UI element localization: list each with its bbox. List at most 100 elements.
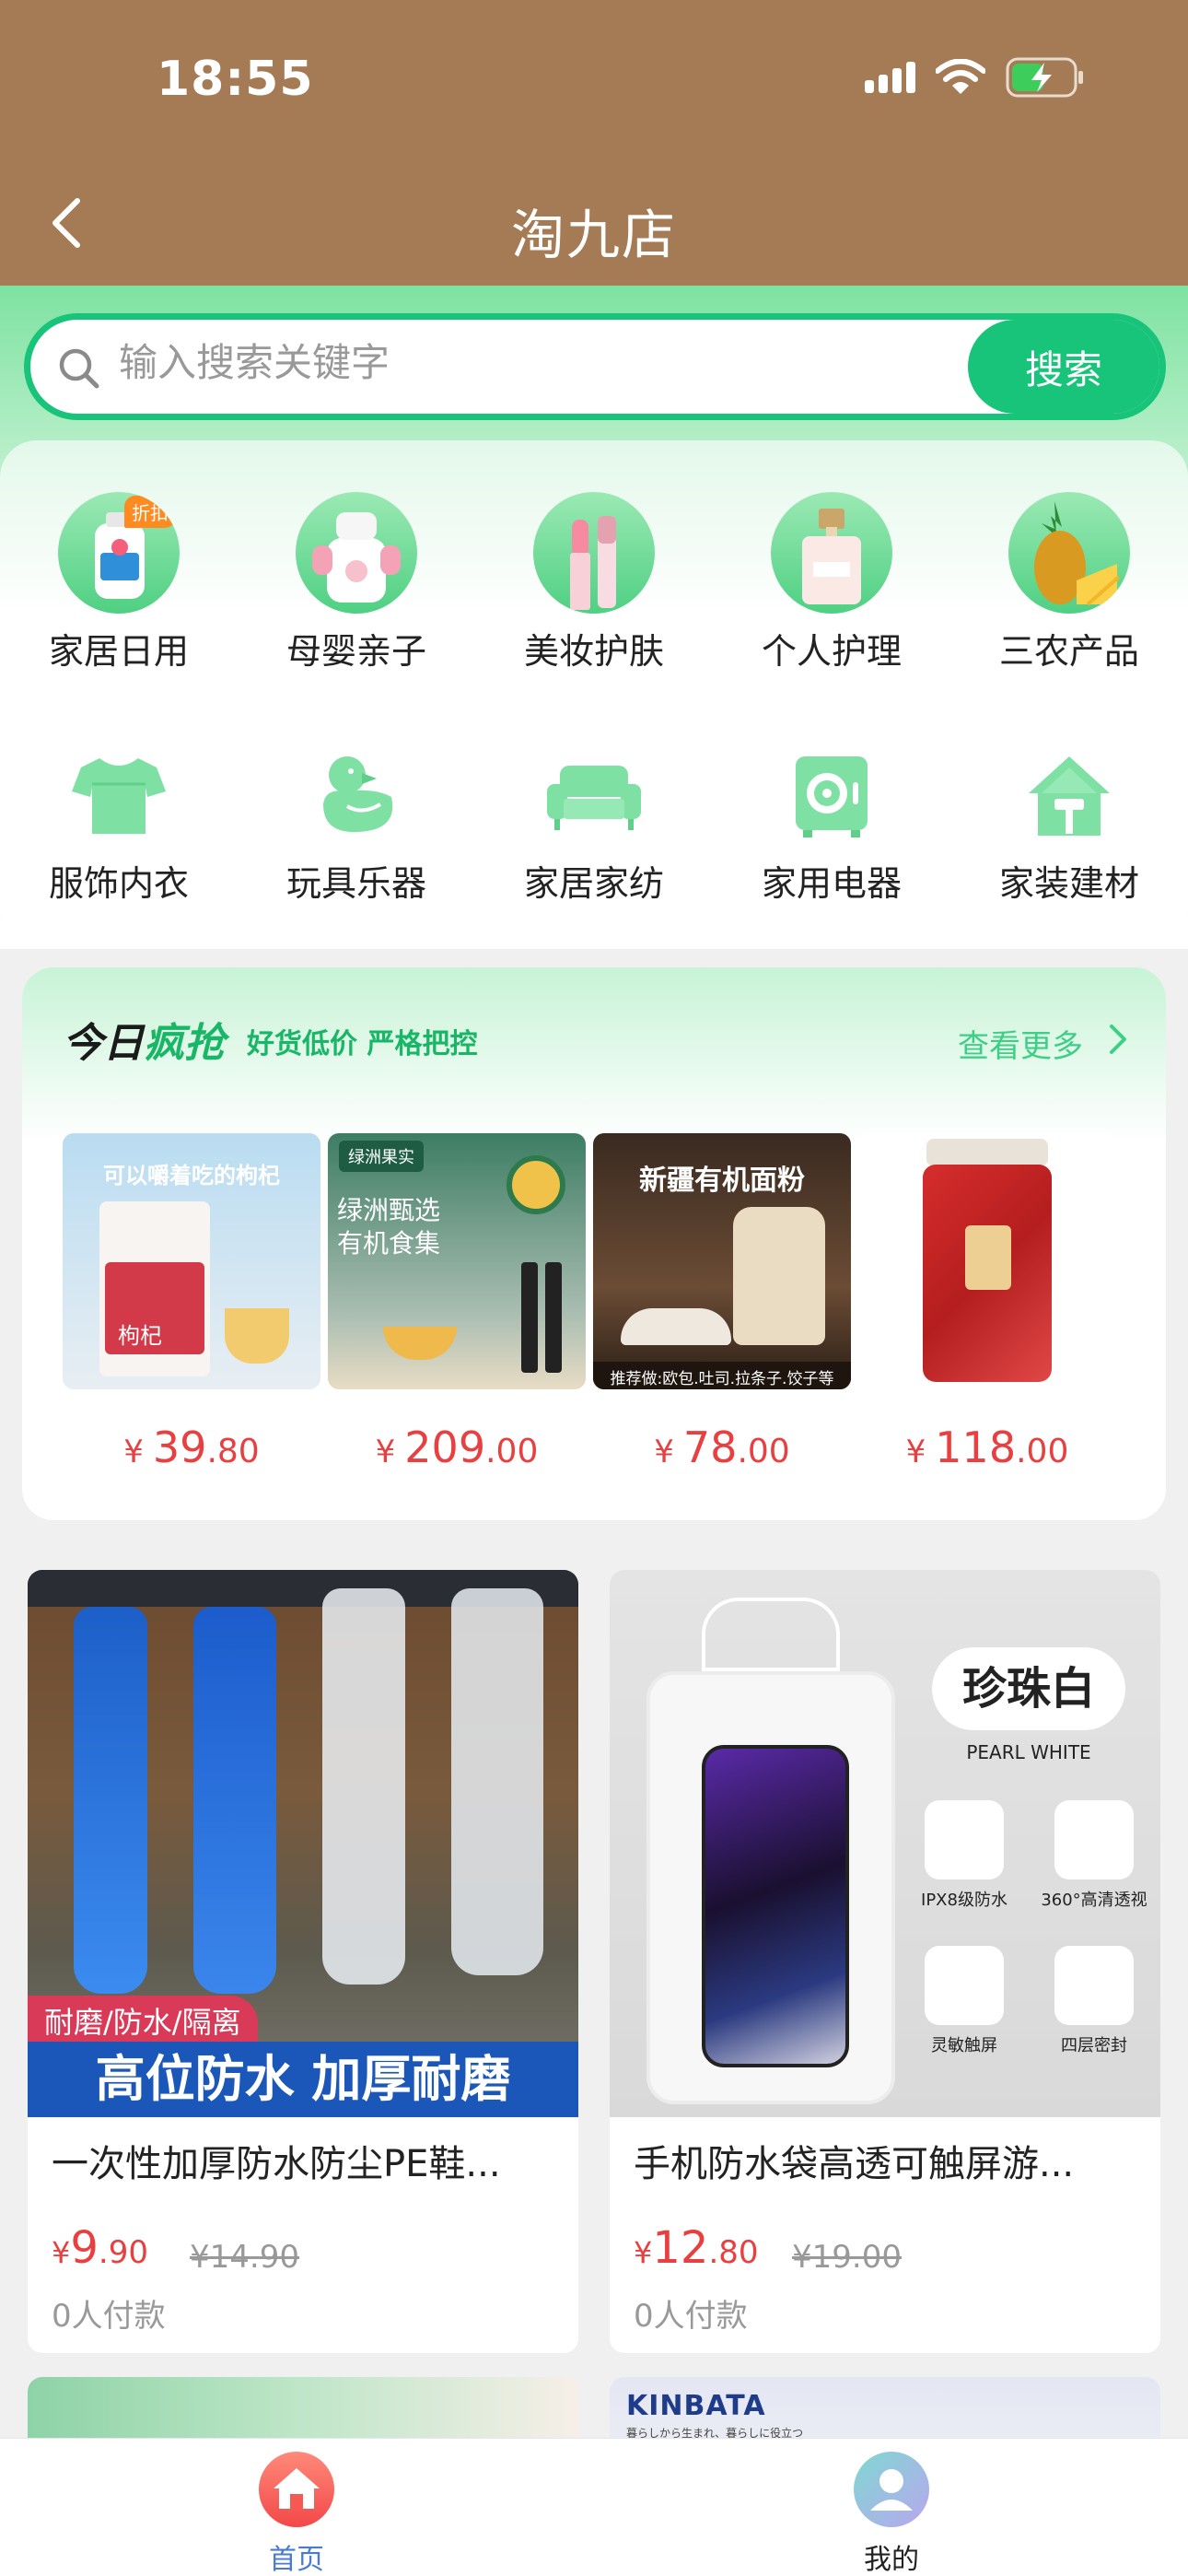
feature-badge: 四层密封 xyxy=(1035,1946,1153,2056)
category-label: 三农产品 xyxy=(998,631,1139,672)
bottom-tab-bar: 首页 我的 xyxy=(0,2438,1188,2576)
feature-badge: 360°高清透视 xyxy=(1035,1800,1153,1911)
original-price: ¥19.00 xyxy=(792,2239,902,2276)
search-button[interactable]: 搜索 xyxy=(968,320,1159,414)
feature-badge: 灵敏触屏 xyxy=(915,1946,1013,2056)
product-name: 一次性加厚防水防尘PE鞋... xyxy=(52,2143,501,2185)
original-price: ¥14.90 xyxy=(190,2239,299,2276)
paid-count: 0人付款 xyxy=(634,2298,748,2335)
status-time: 18:55 xyxy=(157,52,314,107)
flash-sale-subtitle: 好货低价 严格把控 xyxy=(247,1028,478,1060)
search-input[interactable] xyxy=(119,340,948,385)
flash-sale-title-part-a: 今日 xyxy=(63,1020,144,1067)
shoe-cover-image: 耐磨/防水/隔离 高位防水 加厚耐磨 xyxy=(28,1570,578,2117)
tab-label: 首页 xyxy=(269,2544,324,2576)
product-image-subtext: 推荐做:欧包.吐司.拉条子.饺子等 xyxy=(593,1362,851,1389)
category-label: 服饰内衣 xyxy=(48,863,189,904)
chevron-right-icon[interactable] xyxy=(1107,1023,1129,1056)
category-item-farm-products[interactable]: 三农产品 xyxy=(950,492,1188,673)
category-label: 家装建材 xyxy=(998,863,1139,904)
price-decimal: .80 xyxy=(708,2234,759,2271)
currency-symbol: ¥ xyxy=(634,2235,653,2270)
category-item-beauty[interactable]: 美妆护肤 xyxy=(475,492,713,673)
price-integer: 12 xyxy=(652,2222,709,2274)
currency-symbol: ¥ xyxy=(52,2235,71,2270)
appliance-icon xyxy=(776,744,887,846)
search-bar: 搜索 xyxy=(24,313,1166,420)
flour-bag-image: 新疆有机面粉 推荐做:欧包.吐司.拉条子.饺子等 xyxy=(593,1133,851,1389)
search-field-wrapper: 搜索 xyxy=(30,320,1159,414)
product-banner-tag: 耐磨/防水/隔离 xyxy=(28,1996,258,2045)
goji-bag-image: 可以嚼着吃的枸杞 枸杞 xyxy=(63,1133,320,1389)
category-label: 母婴亲子 xyxy=(285,631,426,672)
price-integer: 78 xyxy=(682,1423,738,1472)
flash-sale-price: ¥209.00 xyxy=(328,1423,586,1472)
status-icons xyxy=(865,57,1085,98)
flash-sale-section: 今日疯抢 好货低价 严格把控 查看更多 可以嚼着吃的枸杞 枸杞 ¥39.80 绿… xyxy=(22,967,1166,1520)
price-decimal: .00 xyxy=(737,1433,790,1470)
category-item-home-daily[interactable]: 折扣 家居日用 xyxy=(0,492,238,673)
category-item-toys[interactable]: 玩具乐器 xyxy=(238,744,475,906)
paid-count: 0人付款 xyxy=(52,2298,166,2335)
flash-sale-title: 今日疯抢 xyxy=(63,1010,225,1069)
dried-fruit-jar-image xyxy=(858,1133,1116,1389)
feature-badge: IPX8级防水 xyxy=(915,1800,1013,1911)
price-integer: 9 xyxy=(70,2222,99,2274)
baby-bottle-image xyxy=(296,492,417,614)
flash-sale-item[interactable]: ¥118.00 xyxy=(858,1133,1116,1472)
product-card[interactable]: 珍珠白 PEARL WHITE IPX8级防水 360°高清透视 灵敏触屏 四层… xyxy=(610,1570,1160,2353)
price-integer: 39 xyxy=(152,1423,207,1472)
price-decimal: .00 xyxy=(485,1433,539,1470)
feature-label: 360°高清透视 xyxy=(1041,1891,1147,1910)
category-item-building-materials[interactable]: 家装建材 xyxy=(950,744,1188,906)
product-image-text: 新疆有机面粉 xyxy=(639,1165,805,1197)
flash-sale-item[interactable]: 新疆有机面粉 推荐做:欧包.吐司.拉条子.饺子等 ¥78.00 xyxy=(593,1133,851,1472)
house-icon xyxy=(1014,744,1124,846)
feature-label: 灵敏触屏 xyxy=(931,2036,997,2055)
currency-symbol: ¥ xyxy=(375,1434,396,1470)
product-card[interactable]: 耐磨/防水/隔离 高位防水 加厚耐磨 一次性加厚防水防尘PE鞋... ¥9.90… xyxy=(28,1570,578,2353)
flash-sale-item[interactable]: 可以嚼着吃的枸杞 枸杞 ¥39.80 xyxy=(63,1133,320,1472)
category-item-personal-care[interactable]: 个人护理 xyxy=(713,492,950,673)
flash-sale-price: ¥39.80 xyxy=(63,1423,320,1472)
user-icon xyxy=(854,2452,929,2527)
product-image-title: 珍珠白 xyxy=(932,1647,1125,1730)
product-image-subtext: 枸杞 xyxy=(118,1323,162,1349)
sofa-icon xyxy=(539,744,649,846)
category-label: 美妆护肤 xyxy=(523,631,664,672)
category-item-appliances[interactable]: 家用电器 xyxy=(713,744,950,906)
feature-label: 四层密封 xyxy=(1061,2036,1127,2055)
price-decimal: .90 xyxy=(98,2234,148,2271)
price-integer: 209 xyxy=(404,1423,486,1472)
category-item-apparel[interactable]: 服饰内衣 xyxy=(0,744,238,906)
currency-symbol: ¥ xyxy=(654,1434,674,1470)
home-icon xyxy=(259,2452,334,2527)
organic-food-image: 绿洲果实 绿洲甄选 有机食集 xyxy=(328,1133,586,1389)
feature-label: IPX8级防水 xyxy=(921,1891,1007,1910)
category-item-home-textile[interactable]: 家居家纺 xyxy=(475,744,713,906)
product-banner-text: 高位防水 加厚耐磨 xyxy=(28,2042,578,2117)
product-name: 手机防水袋高透可触屏游... xyxy=(634,2143,1075,2185)
category-item-mother-baby[interactable]: 母婴亲子 xyxy=(238,492,475,673)
flash-sale-price: ¥78.00 xyxy=(593,1423,851,1472)
category-label: 玩具乐器 xyxy=(285,863,426,904)
price-integer: 118 xyxy=(935,1423,1017,1472)
currency-symbol: ¥ xyxy=(123,1434,144,1470)
product-image-tag: 绿洲果实 xyxy=(339,1141,424,1172)
shirt-icon xyxy=(64,744,174,846)
tab-home[interactable]: 首页 xyxy=(204,2452,389,2576)
product-price: ¥12.80 xyxy=(634,2222,759,2274)
see-more-link[interactable]: 查看更多 xyxy=(958,1021,1083,1066)
flash-sale-price: ¥118.00 xyxy=(858,1423,1116,1472)
wifi-icon xyxy=(936,59,985,96)
product-image-subtitle: PEARL WHITE xyxy=(966,1741,1091,1763)
flash-sale-item[interactable]: 绿洲果实 绿洲甄选 有机食集 ¥209.00 xyxy=(328,1133,586,1472)
discount-badge: 折扣 xyxy=(124,496,176,528)
price-decimal: .00 xyxy=(1016,1433,1069,1470)
tab-label: 我的 xyxy=(864,2544,919,2576)
currency-symbol: ¥ xyxy=(905,1434,926,1470)
product-image-text: 可以嚼着吃的枸杞 xyxy=(103,1163,280,1188)
tab-profile[interactable]: 我的 xyxy=(799,2452,984,2576)
category-label: 家居日用 xyxy=(48,631,189,672)
duck-icon xyxy=(301,744,412,846)
